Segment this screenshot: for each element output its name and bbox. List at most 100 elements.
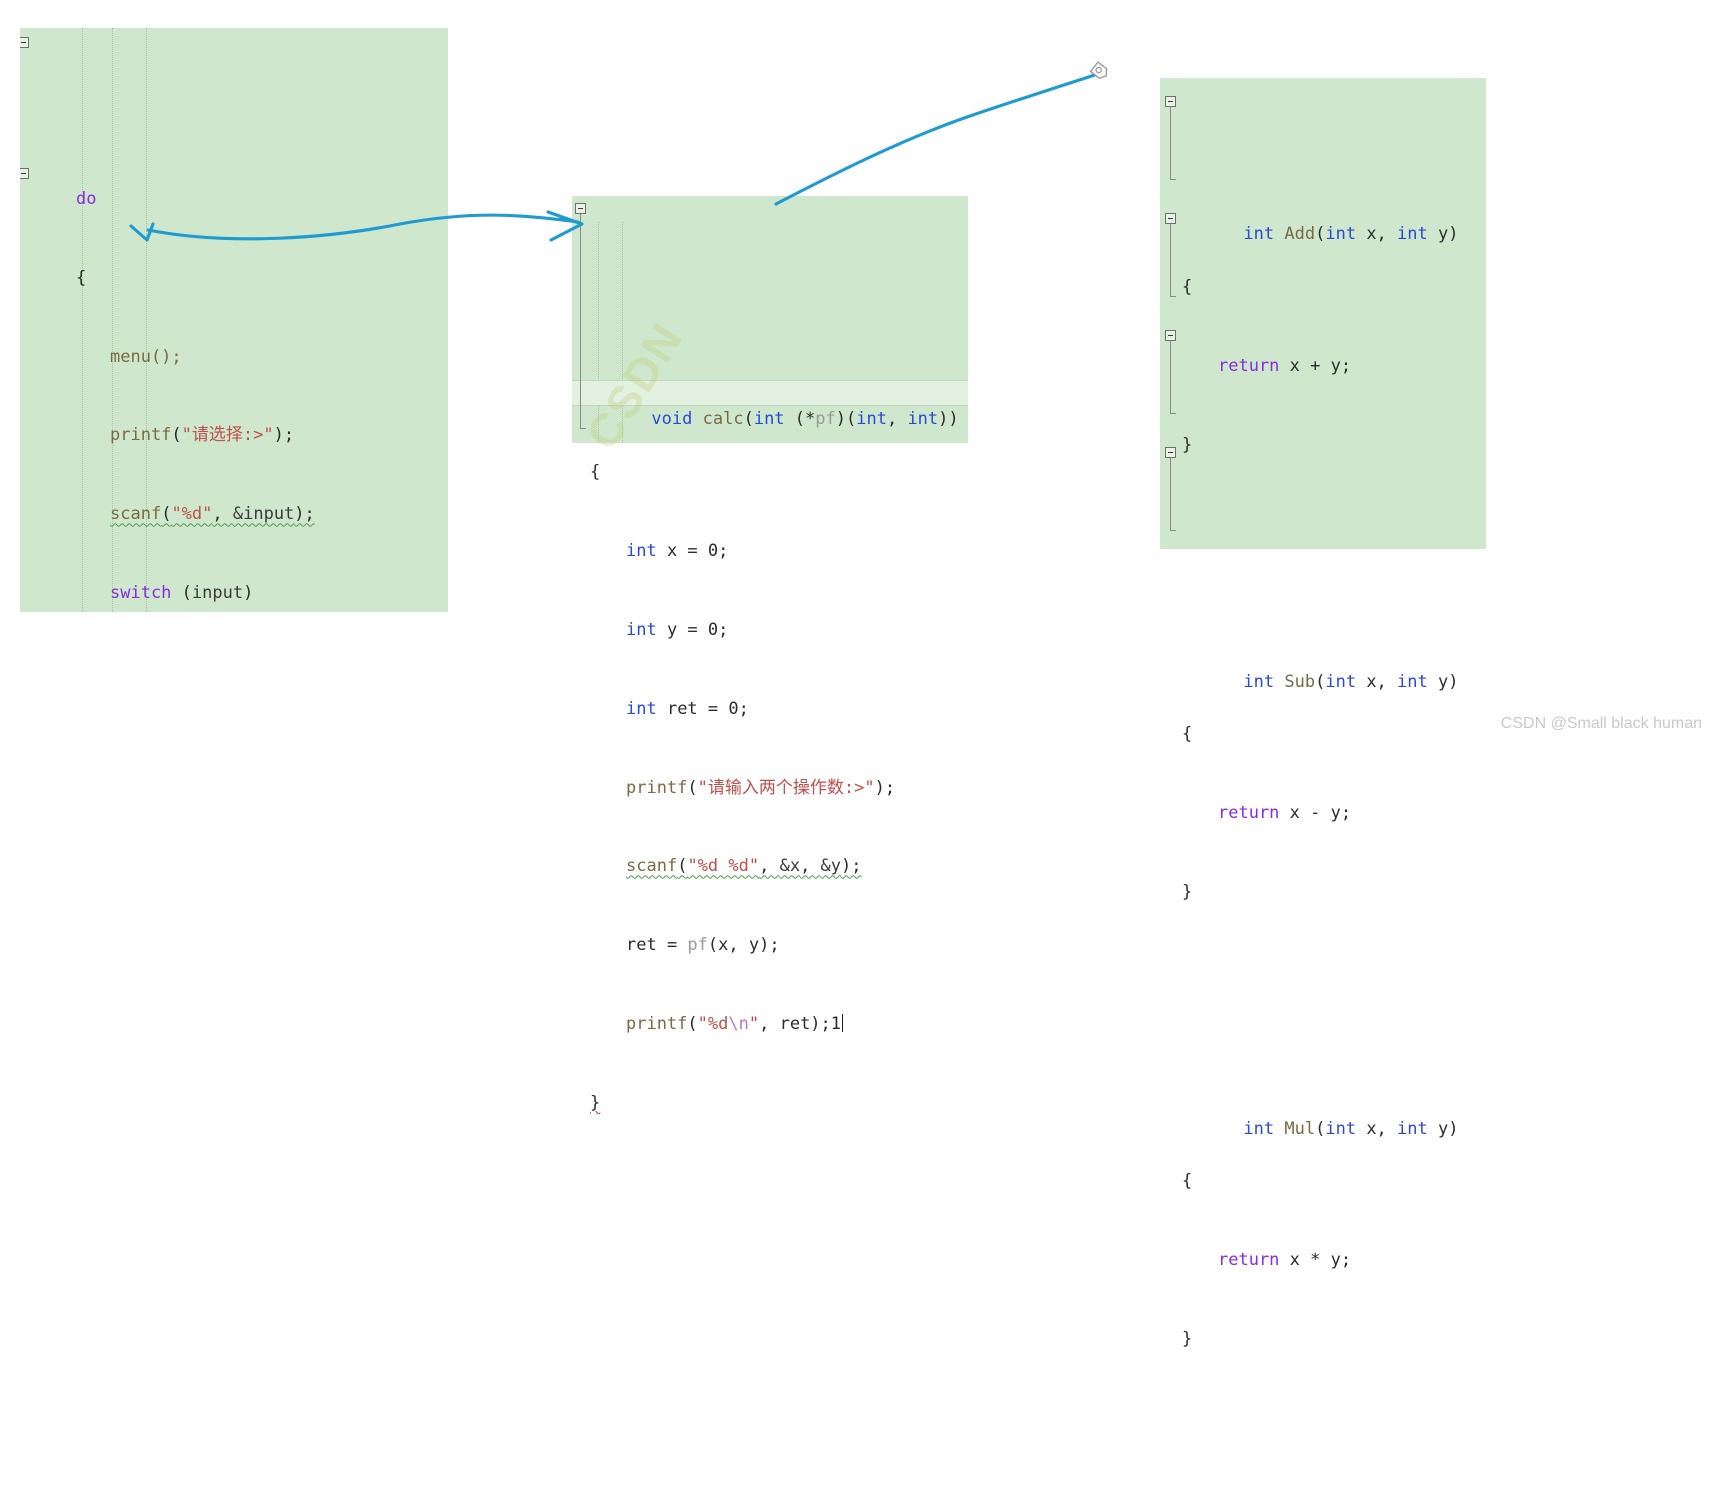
fold-toggle-icon[interactable] (1165, 213, 1176, 224)
code-line: } (1160, 879, 1486, 905)
brace-close: } (590, 1093, 601, 1114)
code-line: return x + y; (1218, 355, 1352, 376)
arg-address-input: &input (232, 504, 295, 525)
brace-close: } (1182, 1328, 1193, 1349)
code-line: int y = 0; (626, 619, 729, 640)
keyword-int: int (1243, 671, 1275, 692)
string-input-prompt: "请输入两个操作数:>" (697, 777, 875, 798)
brace-open: { (1182, 724, 1193, 745)
keyword-switch: switch (110, 583, 172, 604)
code-line: } (1160, 432, 1486, 458)
keyword-return: return (1218, 1250, 1280, 1271)
code-line: printf("请输入两个操作数:>"); (626, 777, 896, 798)
function-signature: int Mul(int x, int y) (1243, 1118, 1459, 1139)
keyword-int: int (753, 409, 785, 430)
pencil-icon (1089, 61, 1108, 80)
fold-range-line (1170, 107, 1176, 180)
string-format-d: "%d" (171, 504, 213, 525)
brace-open: { (76, 267, 87, 288)
function-name-calc: calc (702, 409, 744, 430)
code-line: { (1160, 274, 1486, 300)
function-name-sub: Sub (1284, 671, 1316, 692)
escape-newline: \n (728, 1014, 749, 1035)
fold-toggle-icon[interactable] (575, 203, 586, 214)
keyword-int: int (626, 698, 657, 719)
screenshot-canvas: do { menu(); printf("请选择:>"); scanf("%d"… (0, 0, 1724, 1349)
text-caret (842, 1014, 844, 1033)
code-line: switch (input) (110, 583, 254, 604)
code-line: printf("请选择:>"); (110, 425, 295, 446)
code-line: return x - y; (1218, 803, 1352, 824)
call-scanf: scanf (626, 856, 678, 877)
operator-multiply: * (1310, 1250, 1321, 1271)
function-name-add: Add (1284, 224, 1316, 245)
param-pf: pf (815, 409, 836, 430)
keyword-int: int (1397, 224, 1428, 245)
brace-open: { (590, 461, 601, 482)
fold-toggle-icon[interactable] (1165, 447, 1176, 458)
call-printf: printf (110, 425, 172, 446)
code-panel-main-loop[interactable]: do { menu(); printf("请选择:>"); scanf("%d"… (20, 28, 448, 612)
keyword-return: return (1218, 355, 1280, 376)
code-line: do (20, 186, 448, 212)
code-panel-operations[interactable]: int Add(int x, int y) { return x + y; } … (1160, 78, 1486, 1349)
arg-address-x: &x (779, 856, 801, 877)
code-line: return x * y; (1218, 1250, 1352, 1271)
string-scanf-format: "%d %d" (687, 856, 760, 877)
keyword-int: int (626, 540, 657, 561)
arg-address-y: &y (820, 856, 842, 877)
function-signature: int Sub(int x, int y) (1243, 671, 1459, 692)
fold-toggle-icon[interactable] (20, 168, 29, 179)
keyword-return: return (1218, 803, 1280, 824)
code-line: } (572, 1090, 968, 1116)
variable-input: input (191, 583, 244, 604)
keyword-int: int (1243, 1118, 1275, 1139)
keyword-do: do (76, 188, 97, 209)
code-line: { (1160, 1168, 1486, 1194)
fold-range-line (1170, 341, 1176, 414)
brace-close: } (1182, 434, 1193, 455)
code-line: { (1160, 721, 1486, 747)
stray-character: 1 (830, 1014, 842, 1035)
watermark-author: CSDN @Small black human (1500, 715, 1702, 732)
call-printf: printf (626, 1014, 688, 1035)
code-line: menu(); (20, 344, 448, 370)
function-name-mul: Mul (1284, 1118, 1316, 1139)
code-line: { (20, 265, 448, 291)
operator-subtract: - (1310, 803, 1321, 824)
brace-open: { (1182, 277, 1193, 298)
fold-range-line (1170, 224, 1176, 297)
fold-toggle-icon[interactable] (1165, 330, 1176, 341)
call-pf: pf (687, 935, 708, 956)
code-line: ret = pf(x, y); (626, 935, 780, 956)
code-line: scanf("%d", &input); (110, 504, 315, 525)
code-line: int x = 0; (626, 540, 729, 561)
brace-close: } (1182, 881, 1193, 902)
left-gutter-mask (0, 0, 20, 640)
annotation-arrow-pf-to-functions (774, 70, 1106, 206)
fold-toggle-icon[interactable] (20, 37, 29, 48)
code-line: scanf("%d %d", &x, &y); (626, 856, 862, 877)
code-line-active[interactable]: printf("%d\n", ret);1 (572, 1011, 968, 1037)
operator-add: + (1310, 355, 1321, 376)
keyword-int: int (1325, 224, 1357, 245)
keyword-int: int (1397, 671, 1428, 692)
string-choose-prompt: "请选择:>" (181, 425, 274, 446)
keyword-int: int (626, 619, 657, 640)
keyword-void: void (651, 409, 693, 430)
call-scanf: scanf (110, 504, 162, 525)
call-printf: printf (626, 777, 688, 798)
fold-range-line (580, 214, 586, 429)
fold-toggle-icon[interactable] (1165, 96, 1176, 107)
keyword-int: int (1397, 1118, 1428, 1139)
call-menu: menu(); (110, 346, 182, 367)
keyword-int: int (1325, 671, 1357, 692)
keyword-int: int (1243, 224, 1275, 245)
function-signature: int Add(int x, int y) (1243, 224, 1459, 245)
brace-open: { (1182, 1171, 1193, 1192)
code-line: int ret = 0; (626, 698, 749, 719)
keyword-int: int (1325, 1118, 1357, 1139)
